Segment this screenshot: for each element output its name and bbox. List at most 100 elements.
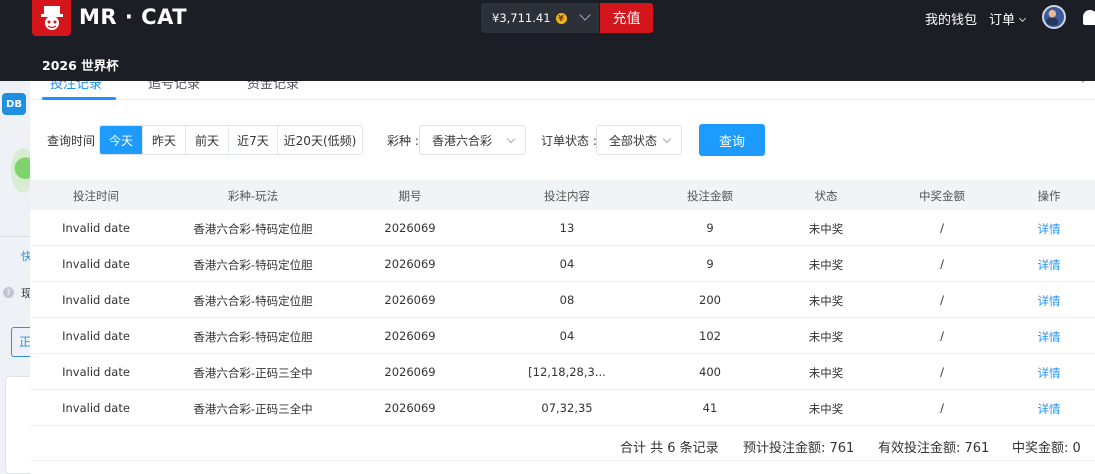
- query-time-label: 查询时间 :: [47, 134, 103, 148]
- coin-icon: ¥: [555, 12, 567, 24]
- orders-menu-label: 订单: [989, 13, 1016, 28]
- col-action: 操作: [1037, 189, 1061, 203]
- cell-issue: 2026069: [384, 401, 436, 415]
- cell-bet-time: Invalid date: [62, 257, 130, 271]
- time-option-7days[interactable]: 近7天: [229, 126, 278, 154]
- balance-display[interactable]: ¥3,711.41 ¥: [481, 3, 599, 33]
- cell-lottery-play: 香港六合彩-特码定位胆: [193, 294, 313, 308]
- order-status-label: 订单状态 :: [541, 134, 597, 148]
- cell-status: 未中奖: [808, 258, 844, 272]
- cell-issue: 2026069: [384, 365, 436, 379]
- cell-bet-amount: 400: [699, 365, 721, 379]
- table-header: 投注时间 彩种-玩法 期号 投注内容 投注金额 状态 中奖金额 操作: [30, 180, 1095, 210]
- cell-status: 未中奖: [808, 222, 844, 236]
- summary-valid-amount: 有效投注金额: 761: [878, 441, 990, 456]
- bet-records-panel: 投注记录 追号记录 资金记录 查询时间 : 今天 昨天 前天 近7天 近20天(…: [30, 71, 1095, 474]
- cell-bet-content: 08: [559, 293, 575, 307]
- my-wallet-link[interactable]: 我的钱包: [925, 9, 977, 28]
- summary-expected-amount: 预计投注金额: 761: [743, 441, 855, 456]
- time-option-20days[interactable]: 近20天(低频): [278, 126, 362, 154]
- chevron-down-icon: [662, 134, 672, 144]
- summary-total-records: 合计 共 6 条记录: [620, 441, 719, 456]
- divider: [30, 460, 1095, 461]
- cell-issue: 2026069: [384, 329, 436, 343]
- cell-lottery-play: 香港六合彩-正码三全中: [193, 366, 313, 380]
- bell-icon[interactable]: [1083, 10, 1095, 25]
- cell-win-amount: /: [940, 401, 944, 415]
- lottery-label: 彩种 :: [387, 134, 419, 148]
- cell-bet-content: 04: [559, 329, 575, 343]
- time-option-today[interactable]: 今天: [100, 126, 143, 154]
- time-range-selector: 今天 昨天 前天 近7天 近20天(低频): [99, 125, 363, 155]
- detail-link[interactable]: 详情: [1038, 293, 1061, 309]
- summary-win-amount: 中奖金额: 0: [1012, 441, 1081, 456]
- cell-win-amount: /: [940, 221, 944, 235]
- balance-amount: ¥3,711.41: [492, 11, 551, 25]
- avatar[interactable]: [1042, 5, 1066, 29]
- detail-link[interactable]: 详情: [1038, 401, 1061, 417]
- detail-link[interactable]: 详情: [1038, 329, 1061, 345]
- col-bet-time: 投注时间: [73, 189, 119, 203]
- cell-win-amount: /: [940, 329, 944, 343]
- detail-link[interactable]: 详情: [1038, 257, 1061, 273]
- table-row: Invalid date 香港六合彩-特码定位胆 2026069 04 102 …: [30, 318, 1095, 354]
- cell-win-amount: /: [940, 257, 944, 271]
- query-button[interactable]: 查询: [699, 124, 765, 156]
- time-option-yesterday[interactable]: 昨天: [143, 126, 186, 154]
- cell-bet-amount: 9: [706, 257, 714, 271]
- cell-win-amount: /: [940, 365, 944, 379]
- order-status-value: 全部状态: [609, 133, 658, 148]
- cell-bet-content: 13: [559, 221, 575, 235]
- cell-lottery-play: 香港六合彩-特码定位胆: [193, 330, 313, 344]
- lottery-select[interactable]: 香港六合彩: [419, 125, 526, 155]
- col-win-amount: 中奖金额: [919, 189, 965, 203]
- col-status: 状态: [814, 189, 838, 203]
- lottery-select-value: 香港六合彩: [432, 133, 493, 148]
- cell-bet-time: Invalid date: [62, 365, 130, 379]
- cell-bet-time: Invalid date: [62, 401, 130, 415]
- top-navbar: MR · CAT ¥3,711.41 ¥ 充值 我的钱包 订单 2026 世界杯: [0, 0, 1095, 81]
- brand-name[interactable]: MR · CAT: [79, 5, 187, 29]
- cell-status: 未中奖: [808, 330, 844, 344]
- detail-link[interactable]: 详情: [1038, 221, 1061, 237]
- col-lottery-play: 彩种-玩法: [227, 189, 279, 203]
- divider: [0, 236, 30, 237]
- nav-worldcup-2026[interactable]: 2026 世界杯: [42, 55, 119, 74]
- table-row: Invalid date 香港六合彩-特码定位胆 2026069 04 9 未中…: [30, 246, 1095, 282]
- cell-status: 未中奖: [808, 402, 844, 416]
- table-row: Invalid date 香港六合彩-特码定位胆 2026069 13 9 未中…: [30, 210, 1095, 246]
- cell-lottery-play: 香港六合彩-特码定位胆: [193, 222, 313, 236]
- records-tabs: 投注记录 追号记录 资金记录: [30, 71, 1095, 100]
- help-icon: ?: [3, 287, 14, 298]
- table-row: Invalid date 香港六合彩-正码三全中 2026069 [12,18,…: [30, 354, 1095, 390]
- table-row: Invalid date 香港六合彩-正码三全中 2026069 07,32,3…: [30, 390, 1095, 426]
- cell-bet-content: 07,32,35: [541, 401, 593, 415]
- detail-link[interactable]: 详情: [1038, 365, 1061, 381]
- logo-cat-icon[interactable]: [32, 0, 71, 36]
- db-badge[interactable]: DB: [2, 93, 26, 115]
- cell-win-amount: /: [940, 293, 944, 307]
- orders-menu[interactable]: 订单: [989, 9, 1027, 28]
- cell-bet-time: Invalid date: [62, 329, 130, 343]
- recharge-button[interactable]: 充值: [600, 3, 653, 33]
- cell-bet-content: [12,18,28,3...: [528, 365, 606, 379]
- chevron-down-icon: [506, 134, 516, 144]
- col-issue: 期号: [398, 189, 422, 203]
- chevron-down-icon[interactable]: [579, 9, 591, 21]
- cell-bet-amount: 102: [699, 329, 721, 343]
- cell-issue: 2026069: [384, 221, 436, 235]
- cell-issue: 2026069: [384, 257, 436, 271]
- cell-lottery-play: 香港六合彩-正码三全中: [193, 402, 313, 416]
- cell-issue: 2026069: [384, 293, 436, 307]
- cell-bet-amount: 9: [706, 221, 714, 235]
- cell-status: 未中奖: [808, 294, 844, 308]
- order-status-select[interactable]: 全部状态: [596, 125, 682, 155]
- time-option-day-before[interactable]: 前天: [186, 126, 229, 154]
- col-bet-amount: 投注金额: [687, 189, 733, 203]
- cell-bet-time: Invalid date: [62, 221, 130, 235]
- cell-lottery-play: 香港六合彩-特码定位胆: [193, 258, 313, 272]
- cell-status: 未中奖: [808, 366, 844, 380]
- chevron-down-icon: [1018, 14, 1027, 23]
- cell-bet-time: Invalid date: [62, 293, 130, 307]
- cell-bet-amount: 200: [699, 293, 721, 307]
